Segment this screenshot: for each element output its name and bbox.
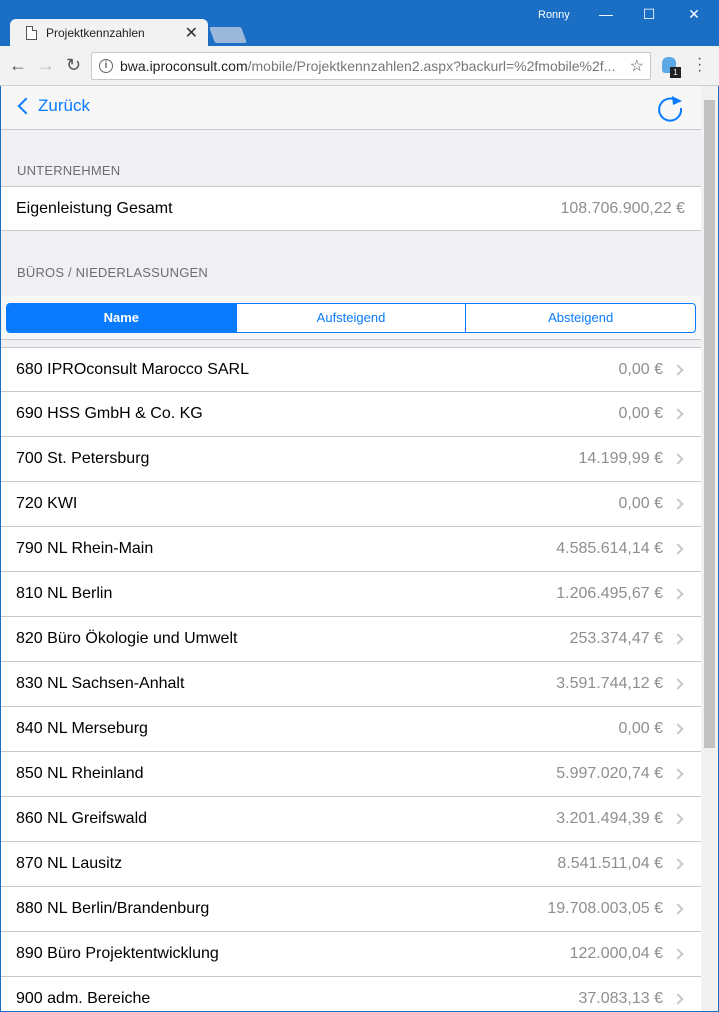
sort-ascending-button[interactable]: Aufsteigend: [235, 304, 466, 332]
office-row[interactable]: 690 HSS GmbH & Co. KG 0,00 €: [1, 392, 701, 437]
company-section-header: UNTERNEHMEN: [17, 163, 121, 178]
new-tab-button[interactable]: [209, 27, 247, 43]
address-bar[interactable]: i bwa.iproconsult.com/mobile/Projektkenn…: [91, 52, 651, 80]
scrollbar-thumb[interactable]: [704, 100, 715, 748]
reload-icon[interactable]: ↻: [66, 55, 81, 76]
chevron-right-icon: [672, 408, 684, 420]
office-name: 720 KWI: [16, 495, 78, 512]
chevron-right-icon: [672, 903, 684, 915]
office-value: 8.541.511,04 €: [557, 855, 663, 872]
office-row[interactable]: 700 St. Petersburg 14.199,99 €: [1, 437, 701, 482]
office-row[interactable]: 790 NL Rhein-Main 4.585.614,14 €: [1, 527, 701, 572]
office-value: 1.206.495,67 €: [556, 585, 663, 602]
office-row[interactable]: 850 NL Rheinland 5.997.020,74 €: [1, 752, 701, 797]
chevron-right-icon: [672, 723, 684, 735]
document-icon: [26, 26, 37, 40]
office-name: 860 NL Greifswald: [16, 810, 148, 827]
office-name: 680 IPROconsult Marocco SARL: [16, 361, 249, 378]
office-row[interactable]: 720 KWI 0,00 €: [1, 482, 701, 527]
forward-arrow-icon[interactable]: →: [37, 55, 55, 76]
office-value: 0,00 €: [618, 720, 663, 737]
window-close-icon[interactable]: ✕: [679, 6, 709, 23]
browser-toolbar: ← → ↻ i bwa.iproconsult.com/mobile/Proje…: [0, 46, 719, 86]
profile-name[interactable]: Ronny: [538, 9, 570, 21]
chevron-right-icon: [672, 858, 684, 870]
office-value: 19.708.003,05 €: [547, 900, 663, 917]
chevron-right-icon: [672, 948, 684, 960]
office-name: 820 Büro Ökologie und Umwelt: [16, 630, 238, 647]
office-row[interactable]: 680 IPROconsult Marocco SARL 0,00 €: [1, 347, 701, 392]
office-name: 690 HSS GmbH & Co. KG: [16, 405, 203, 422]
back-arrow-icon[interactable]: ←: [9, 55, 27, 76]
office-value: 0,00 €: [618, 361, 663, 378]
office-name: 880 NL Berlin/Brandenburg: [16, 900, 210, 917]
office-row[interactable]: 870 NL Lausitz 8.541.511,04 €: [1, 842, 701, 887]
office-name: 870 NL Lausitz: [16, 855, 123, 872]
tab-close-icon[interactable]: ✕: [185, 23, 198, 43]
office-row[interactable]: 840 NL Merseburg 0,00 €: [1, 707, 701, 752]
office-row[interactable]: 890 Büro Projektentwicklung 122.000,04 €: [1, 932, 701, 977]
window-titlebar: Projektkennzahlen ✕ Ronny — ☐ ✕: [0, 0, 719, 48]
office-row[interactable]: 830 NL Sachsen-Anhalt 3.591.744,12 €: [1, 662, 701, 707]
chevron-right-icon: [672, 678, 684, 690]
back-button[interactable]: Zurück: [16, 96, 90, 116]
offices-section-header: BÜROS / NIEDERLASSUNGEN: [17, 265, 208, 280]
office-value: 0,00 €: [618, 495, 663, 512]
office-value: 122.000,04 €: [569, 945, 663, 962]
chevron-right-icon: [672, 813, 684, 825]
bookmark-star-icon[interactable]: ☆: [630, 56, 644, 76]
office-name: 700 St. Petersburg: [16, 450, 150, 467]
extension-badge: 1: [670, 67, 681, 78]
office-value: 5.997.020,74 €: [556, 765, 663, 782]
chevron-right-icon: [672, 453, 684, 465]
office-value: 3.201.494,39 €: [556, 810, 663, 827]
page-viewport: Zurück UNTERNEHMEN Eigenleistung Gesamt …: [1, 86, 718, 1011]
office-name: 890 Büro Projektentwicklung: [16, 945, 219, 962]
chevron-right-icon: [672, 588, 684, 600]
office-row[interactable]: 860 NL Greifswald 3.201.494,39 €: [1, 797, 701, 842]
sort-descending-button[interactable]: Absteigend: [465, 304, 695, 332]
office-name: 900 adm. Bereiche: [16, 990, 151, 1007]
tab-title: Projektkennzahlen: [46, 26, 145, 40]
office-name: 850 NL Rheinland: [16, 765, 144, 782]
chevron-left-icon: [17, 97, 35, 115]
chevron-right-icon: [672, 633, 684, 645]
row-label: Eigenleistung Gesamt: [16, 200, 173, 217]
scrollbar[interactable]: [701, 86, 718, 1011]
sort-segmented-control: Name Aufsteigend Absteigend: [6, 303, 696, 333]
chevron-right-icon: [672, 364, 684, 376]
app-navbar: Zurück: [1, 86, 701, 130]
office-value: 0,00 €: [618, 405, 663, 422]
office-row[interactable]: 880 NL Berlin/Brandenburg 19.708.003,05 €: [1, 887, 701, 932]
office-value: 253.374,47 €: [569, 630, 663, 647]
office-row[interactable]: 820 Büro Ökologie und Umwelt 253.374,47 €: [1, 617, 701, 662]
office-value: 37.083,13 €: [578, 990, 663, 1007]
chevron-right-icon: [672, 543, 684, 555]
maximize-icon[interactable]: ☐: [634, 6, 664, 23]
office-name: 840 NL Merseburg: [16, 720, 148, 737]
chevron-right-icon: [672, 498, 684, 510]
back-label: Zurück: [38, 96, 90, 115]
sort-name-button[interactable]: Name: [7, 304, 236, 332]
office-name: 810 NL Berlin: [16, 585, 113, 602]
office-row[interactable]: 810 NL Berlin 1.206.495,67 €: [1, 572, 701, 617]
office-value: 4.585.614,14 €: [556, 540, 663, 557]
refresh-icon[interactable]: [655, 93, 685, 123]
browser-tab[interactable]: Projektkennzahlen ✕: [10, 19, 208, 48]
office-name: 790 NL Rhein-Main: [16, 540, 154, 557]
office-value: 14.199,99 €: [578, 450, 663, 467]
office-name: 830 NL Sachsen-Anhalt: [16, 675, 185, 692]
info-icon[interactable]: i: [99, 59, 113, 73]
chevron-right-icon: [672, 768, 684, 780]
minimize-icon[interactable]: —: [591, 6, 621, 22]
company-total-row: Eigenleistung Gesamt 108.706.900,22 €: [1, 186, 701, 231]
url-text[interactable]: bwa.iproconsult.com/mobile/Projektkennza…: [120, 58, 620, 74]
browser-menu-icon[interactable]: · · ·: [697, 51, 702, 79]
office-value: 3.591.744,12 €: [556, 675, 663, 692]
chevron-right-icon: [672, 993, 684, 1005]
office-row[interactable]: 900 adm. Bereiche 37.083,13 €: [1, 977, 701, 1011]
row-value: 108.706.900,22 €: [560, 200, 685, 217]
